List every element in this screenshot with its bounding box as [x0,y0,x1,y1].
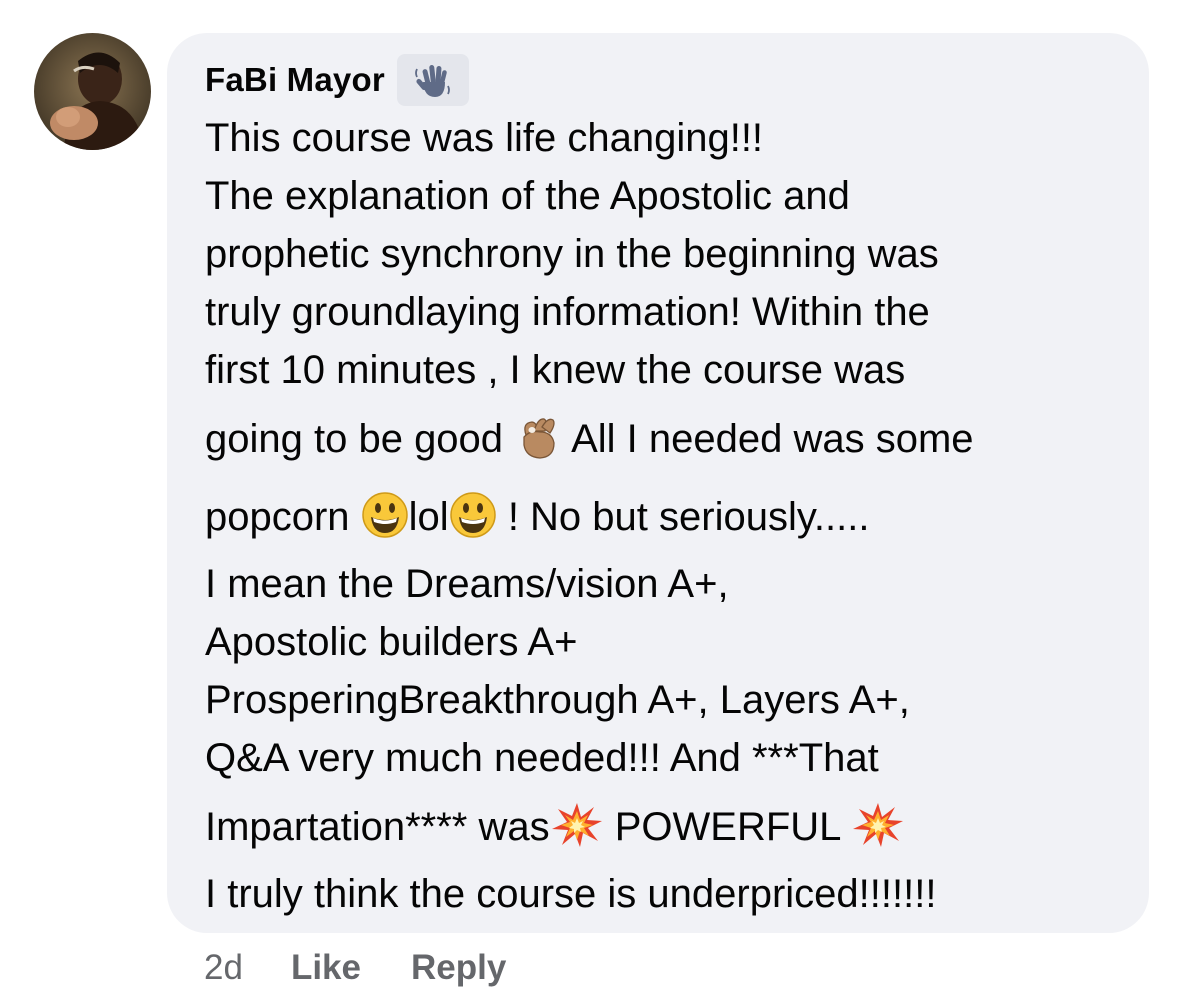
comment-line: The explanation of the Apostolic and [205,174,850,218]
comment-text-span: going to be good [205,417,515,461]
comment-line: prophetic synchrony in the beginning was [205,232,939,276]
comment-bubble: FaBi Mayor This course was life changing… [167,33,1149,933]
avatar[interactable] [34,33,151,150]
ok-hand-emoji-icon [514,413,562,461]
comment-timestamp[interactable]: 2d [204,948,243,988]
comment-text-span: ! No but seriously..... [496,495,870,539]
collision-emoji-icon [851,801,905,849]
waving-hand-icon [396,54,469,106]
grinning-face-emoji-icon [361,491,409,539]
comment-text-span: All I needed was some [562,417,974,461]
comment-line: ProsperingBreakthrough A+, Layers A+, [205,678,910,722]
reply-button[interactable]: Reply [411,948,506,988]
author-name[interactable]: FaBi Mayor [205,61,385,99]
collision-emoji-icon [550,801,604,849]
grinning-face-emoji-icon [449,491,497,539]
comment-actions: 2d Like Reply [204,948,556,988]
like-button[interactable]: Like [291,948,361,988]
comment-line: going to be good All I needed was some [205,401,1129,477]
comment-line: I mean the Dreams/vision A+, [205,562,729,606]
comment-item: FaBi Mayor This course was life changing… [0,0,1202,995]
comment-line: first 10 minutes , I knew the course was [205,348,906,392]
comment-line: Q&A very much needed!!! And ***That [205,736,879,780]
comment-text-span: popcorn [205,495,361,539]
comment-header: FaBi Mayor [205,54,1129,106]
comment-text: This course was life changing!!! The exp… [205,109,1129,923]
comment-text-span: POWERFUL [603,805,852,849]
comment-line: I truly think the course is underpriced!… [205,872,937,916]
comment-line: This course was life changing!!! [205,116,764,160]
comment-text-span: Impartation**** was [205,805,550,849]
comment-line: Impartation**** was POWERFUL [205,789,1129,865]
comment-line: popcorn lol ! No but seriously..... [205,479,1129,555]
comment-text-span: lol [408,495,449,539]
comment-line: truly groundlaying information! Within t… [205,290,930,334]
comment-line: Apostolic builders A+ [205,620,578,664]
